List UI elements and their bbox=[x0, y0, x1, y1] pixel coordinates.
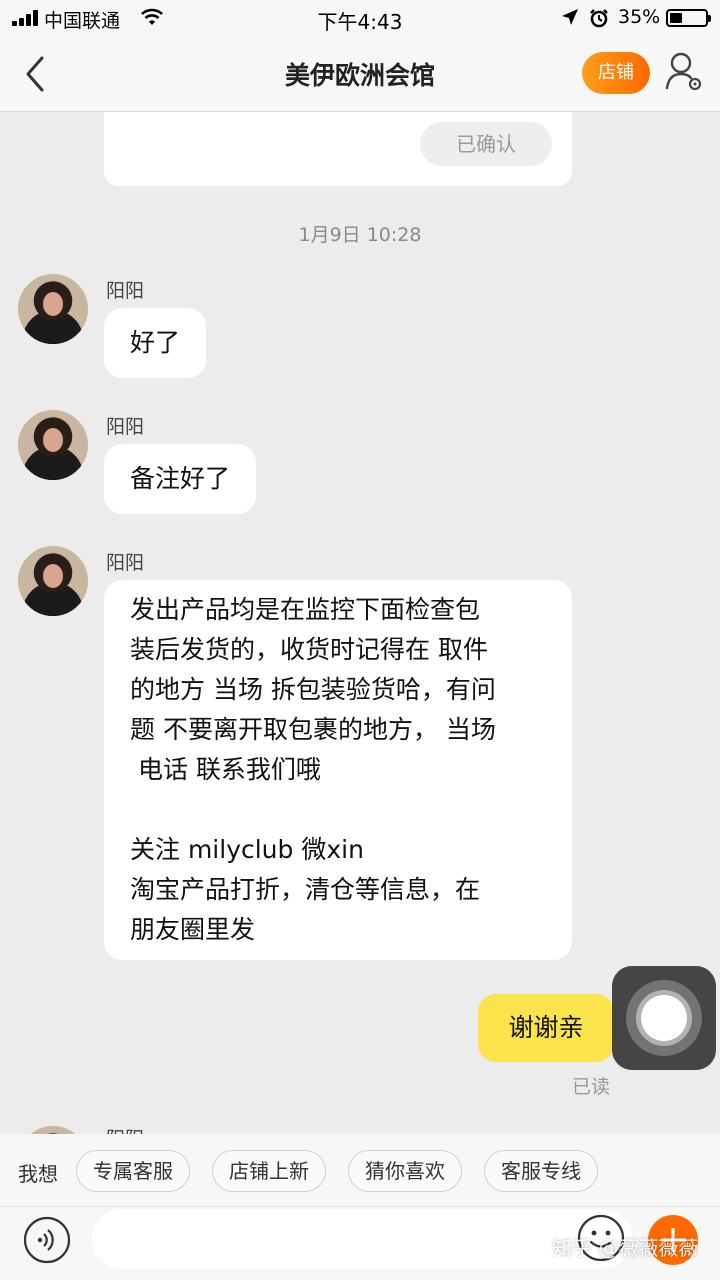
battery-percentage: 35% bbox=[618, 6, 661, 28]
navigation-bar: 美伊欧洲会馆 店铺 bbox=[0, 36, 720, 112]
message-bubble[interactable]: 发出产品均是在监控下面检查包 装后发货的，收货时记得在 取件 的地方 当场 拆包… bbox=[104, 580, 572, 960]
message-input[interactable] bbox=[92, 1209, 632, 1269]
quick-reply-chip[interactable]: 专属客服 bbox=[76, 1150, 190, 1192]
sender-avatar[interactable] bbox=[18, 1126, 88, 1134]
order-card: 已确认 bbox=[104, 112, 572, 186]
quick-reply-chip[interactable]: 店铺上新 bbox=[212, 1150, 326, 1192]
message-timestamp: 1月9日 10:28 bbox=[298, 224, 422, 246]
quick-reply-label: 我想 bbox=[18, 1162, 58, 1186]
sender-name: 阳阳 bbox=[106, 416, 145, 438]
sender-name: 阳阳 bbox=[106, 552, 145, 574]
message-bubble[interactable]: 备注好了 bbox=[104, 444, 257, 514]
my-message-bubble[interactable]: 谢谢亲 bbox=[478, 994, 614, 1062]
assistive-touch-button[interactable] bbox=[612, 966, 716, 1070]
status-bar: 中国联通 下午4:43 35% bbox=[0, 0, 720, 36]
message-bubble[interactable]: 好了 bbox=[104, 308, 207, 378]
quick-reply-chip[interactable]: 猜你喜欢 bbox=[348, 1150, 462, 1192]
quick-reply-bar: 我想 专属客服 店铺上新 猜你喜欢 客服专线 bbox=[0, 1134, 720, 1206]
battery-icon bbox=[666, 9, 711, 27]
sender-avatar[interactable] bbox=[18, 546, 88, 616]
shop-button[interactable]: 店铺 bbox=[582, 52, 650, 94]
confirmed-button[interactable]: 已确认 bbox=[420, 122, 552, 166]
sender-avatar[interactable] bbox=[18, 274, 88, 344]
sender-name: 阳阳 bbox=[106, 280, 145, 302]
voice-input-icon[interactable] bbox=[22, 1215, 72, 1265]
quick-reply-chip[interactable]: 客服专线 bbox=[484, 1150, 598, 1192]
sender-avatar[interactable] bbox=[18, 410, 88, 480]
alarm-clock-icon bbox=[590, 9, 608, 28]
user-settings-icon[interactable] bbox=[664, 50, 704, 94]
chat-scroll-area[interactable]: 已确认 1月9日 10:28 阳阳 好了 阳阳 备注好了 阳阳 发出产品均是在监… bbox=[0, 112, 720, 1134]
watermark: 知乎 @薇薇薇薇 bbox=[552, 1236, 699, 1260]
sender-name: 阳阳 bbox=[106, 1124, 144, 1134]
location-arrow-icon bbox=[562, 9, 578, 25]
status-time: 下午4:43 bbox=[317, 10, 403, 34]
read-status: 已读 bbox=[572, 1076, 611, 1098]
